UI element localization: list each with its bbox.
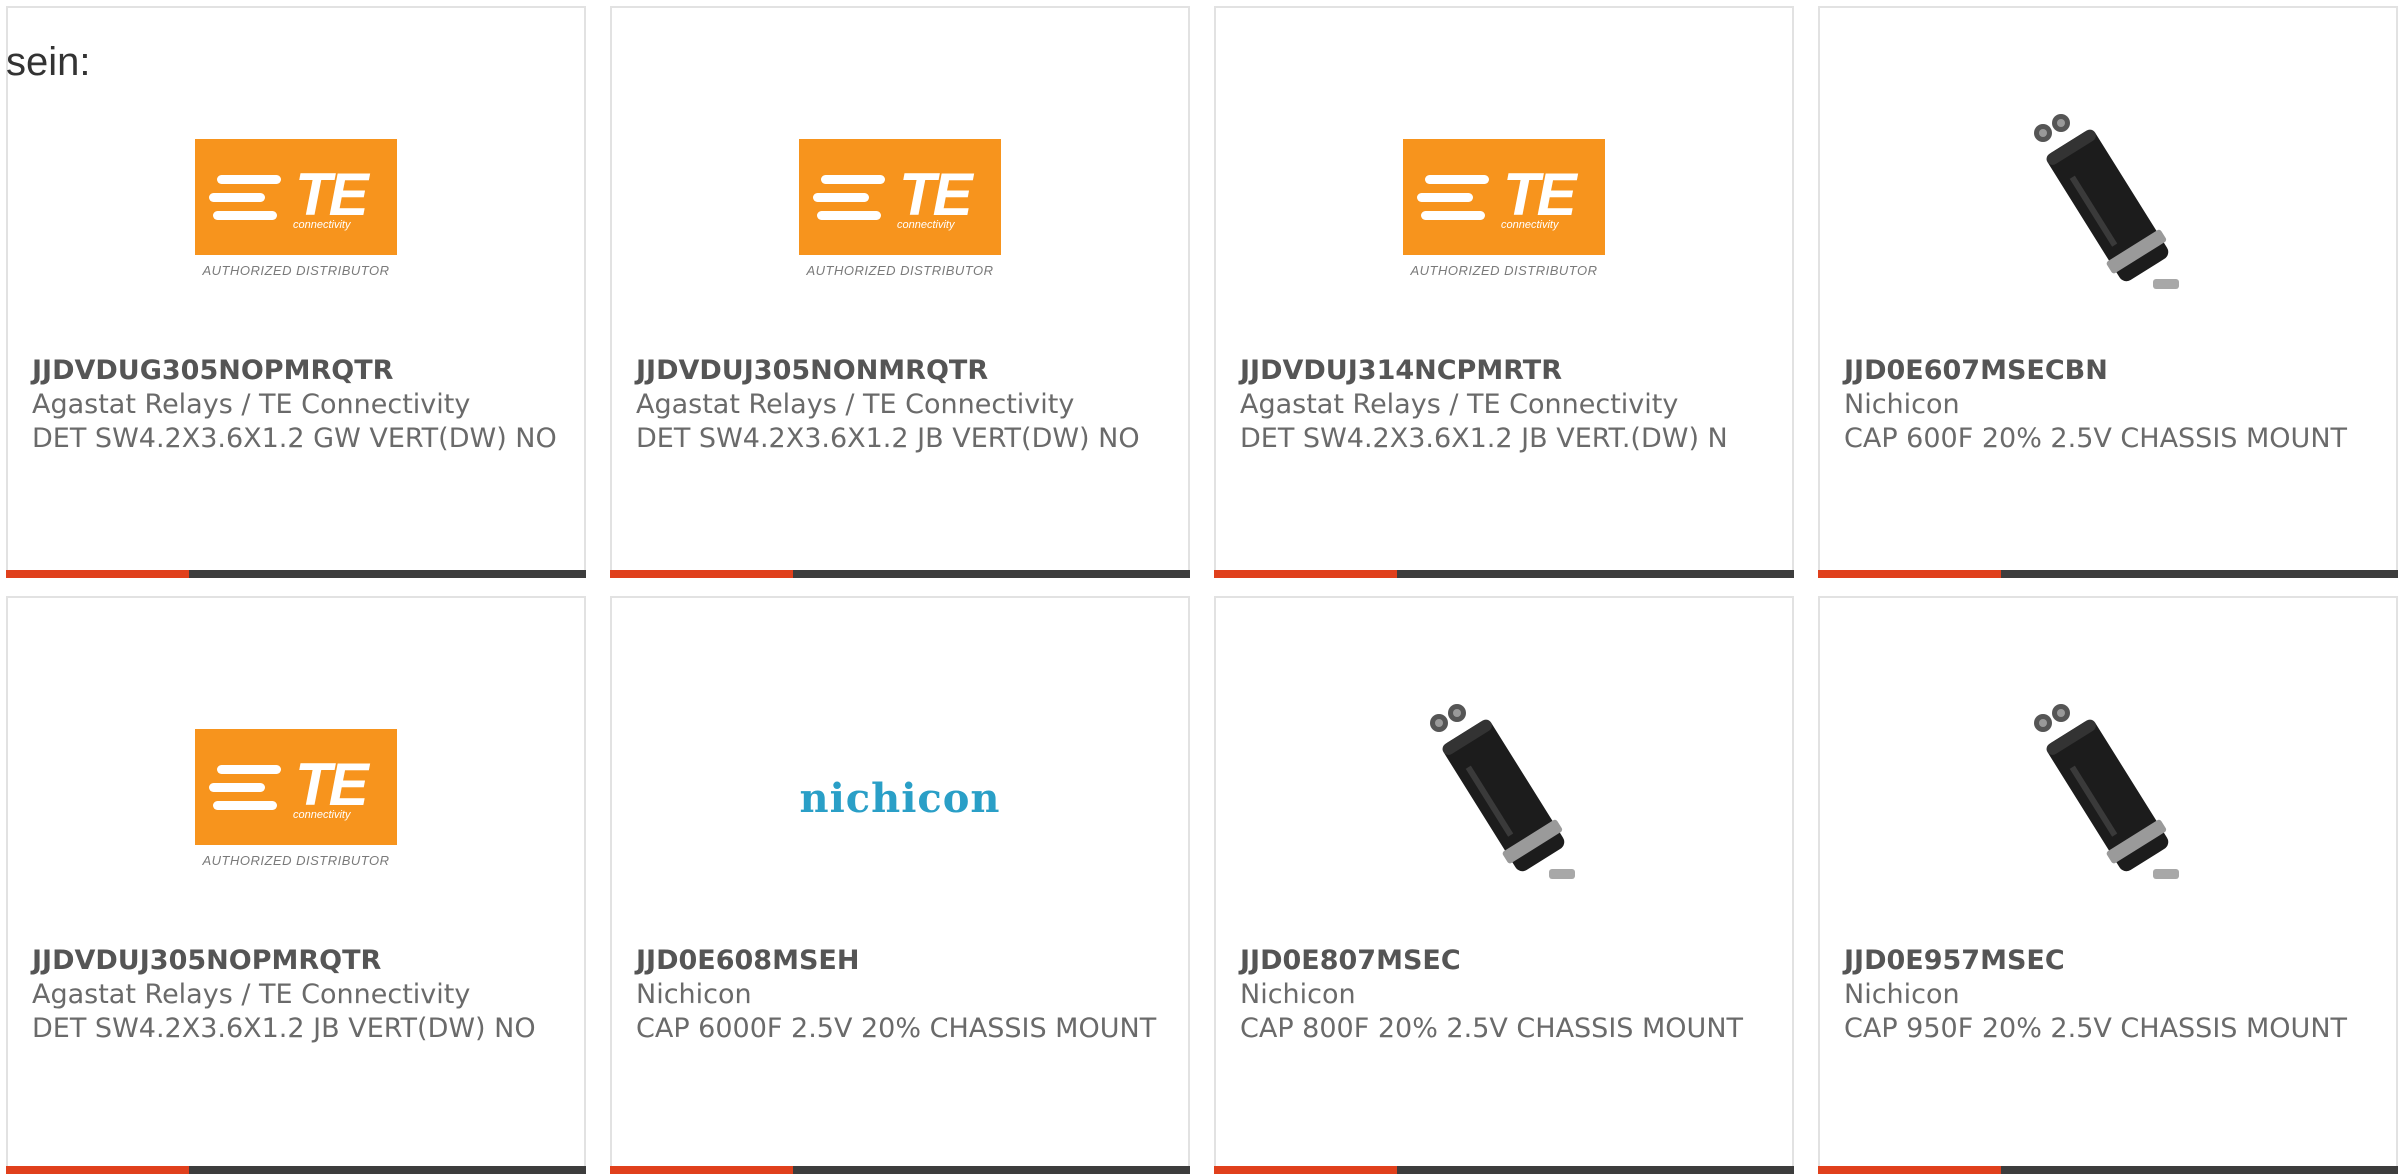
product-image[interactable] <box>1820 692 2396 904</box>
product-description: DET SW4.2X3.6X1.2 GW VERT(DW) NO <box>32 423 557 454</box>
product-card[interactable]: JJD0E957MSEC Nichicon CAP 950F 20% 2.5V … <box>1818 596 2398 1174</box>
part-number-link[interactable]: JJD0E807MSEC <box>1240 944 1768 978</box>
part-number-link[interactable]: JJD0E608MSEH <box>636 944 1164 978</box>
product-description: CAP 950F 20% 2.5V CHASSIS MOUNT <box>1844 1013 2348 1044</box>
nichicon-logo: nichicon <box>799 774 1001 822</box>
manufacturer-name: Nichicon <box>636 979 752 1010</box>
te-connectivity-logo: TE connectivity AUTHORIZED DISTRIBUTOR <box>799 138 1001 278</box>
card-footer-bar <box>1818 570 2398 578</box>
capacitor-photo <box>2003 693 2213 903</box>
product-image[interactable]: TE connectivity AUTHORIZED DISTRIBUTOR <box>8 692 584 904</box>
part-number-link[interactable]: JJDVDUG305NOPMRQTR <box>32 354 560 388</box>
product-image[interactable] <box>1820 102 2396 314</box>
te-connectivity-logo: TE connectivity AUTHORIZED DISTRIBUTOR <box>1403 138 1605 278</box>
card-footer-bar <box>1818 1166 2398 1174</box>
card-footer-bar <box>610 1166 1190 1174</box>
product-card[interactable]: TE connectivity AUTHORIZED DISTRIBUTOR JJ… <box>610 6 1190 578</box>
product-description: DET SW4.2X3.6X1.2 JB VERT(DW) NO <box>636 423 1140 454</box>
te-connectivity-logo: TE connectivity AUTHORIZED DISTRIBUTOR <box>195 138 397 278</box>
card-footer-bar <box>6 1166 586 1174</box>
product-card[interactable]: TE connectivity AUTHORIZED DISTRIBUTOR JJ… <box>6 596 586 1174</box>
product-description: DET SW4.2X3.6X1.2 JB VERT(DW) NO <box>32 1013 536 1044</box>
manufacturer-name: Agastat Relays / TE Connectivity <box>32 389 471 420</box>
te-connectivity-logo: TE connectivity AUTHORIZED DISTRIBUTOR <box>195 728 397 868</box>
part-number-link[interactable]: JJD0E607MSECBN <box>1844 354 2372 388</box>
product-description: DET SW4.2X3.6X1.2 JB VERT.(DW) N <box>1240 423 1728 454</box>
card-footer-bar <box>6 570 586 578</box>
manufacturer-name: Nichicon <box>1844 389 1960 420</box>
manufacturer-name: Nichicon <box>1240 979 1356 1010</box>
product-card[interactable]: TE connectivity AUTHORIZED DISTRIBUTOR JJ… <box>1214 6 1794 578</box>
manufacturer-name: Agastat Relays / TE Connectivity <box>32 979 471 1010</box>
product-description: CAP 6000F 2.5V 20% CHASSIS MOUNT <box>636 1013 1157 1044</box>
intro-text: sein: <box>6 40 91 84</box>
capacitor-photo <box>1399 693 1609 903</box>
product-card[interactable]: JJD0E607MSECBN Nichicon CAP 600F 20% 2.5… <box>1818 6 2398 578</box>
product-image[interactable]: TE connectivity AUTHORIZED DISTRIBUTOR <box>1216 102 1792 314</box>
capacitor-photo <box>2003 103 2213 313</box>
product-description: CAP 800F 20% 2.5V CHASSIS MOUNT <box>1240 1013 1744 1044</box>
product-card[interactable]: JJD0E807MSEC Nichicon CAP 800F 20% 2.5V … <box>1214 596 1794 1174</box>
product-card[interactable]: nichicon JJD0E608MSEH Nichicon CAP 6000F… <box>610 596 1190 1174</box>
card-footer-bar <box>1214 1166 1794 1174</box>
manufacturer-name: Agastat Relays / TE Connectivity <box>636 389 1075 420</box>
product-image[interactable]: TE connectivity AUTHORIZED DISTRIBUTOR <box>612 102 1188 314</box>
card-footer-bar <box>610 570 1190 578</box>
manufacturer-name: Nichicon <box>1844 979 1960 1010</box>
product-description: CAP 600F 20% 2.5V CHASSIS MOUNT <box>1844 423 2348 454</box>
part-number-link[interactable]: JJDVDUJ314NCPMRTR <box>1240 354 1768 388</box>
product-image[interactable]: nichicon <box>612 692 1188 904</box>
part-number-link[interactable]: JJDVDUJ305NONMRQTR <box>636 354 1164 388</box>
product-grid: TE connectivity AUTHORIZED DISTRIBUTOR JJ… <box>0 0 2400 1174</box>
manufacturer-name: Agastat Relays / TE Connectivity <box>1240 389 1679 420</box>
product-image[interactable] <box>1216 692 1792 904</box>
card-footer-bar <box>1214 570 1794 578</box>
part-number-link[interactable]: JJDVDUJ305NOPMRQTR <box>32 944 560 978</box>
product-image[interactable]: TE connectivity AUTHORIZED DISTRIBUTOR <box>8 102 584 314</box>
part-number-link[interactable]: JJD0E957MSEC <box>1844 944 2372 978</box>
product-card[interactable]: TE connectivity AUTHORIZED DISTRIBUTOR JJ… <box>6 6 586 578</box>
